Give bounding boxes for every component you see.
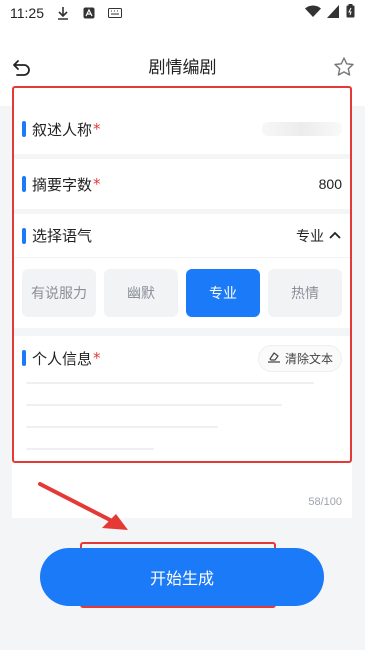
status-time: 11:25 — [10, 5, 44, 21]
page-title: 剧情编剧 — [148, 57, 217, 78]
status-bar: 11:25 — [0, 0, 365, 26]
summary-label: 摘要字数 — [32, 175, 93, 194]
personal-info-header: 个人信息 * 清除文本 — [12, 336, 352, 372]
star-icon[interactable] — [333, 56, 355, 78]
narrator-row[interactable]: 叙述人称 * — [12, 104, 352, 154]
download-icon — [56, 6, 70, 20]
start-generate-button[interactable]: 开始生成 — [40, 548, 324, 606]
char-counter: 58/100 — [308, 496, 342, 508]
a-icon — [82, 6, 96, 20]
keyboard-icon — [108, 6, 122, 20]
narrator-value-input[interactable] — [262, 122, 342, 136]
section-marker — [22, 121, 26, 137]
clear-text-button[interactable]: 清除文本 — [257, 344, 342, 372]
eraser-icon — [267, 351, 281, 366]
battery-icon — [346, 4, 355, 22]
back-icon[interactable] — [10, 56, 34, 80]
section-marker — [22, 176, 26, 192]
personal-info-textarea[interactable] — [26, 382, 346, 482]
summary-value-input[interactable]: 800 — [319, 176, 342, 192]
personal-info-label: 个人信息 — [32, 349, 93, 368]
app-header: 剧情编剧 — [0, 26, 365, 106]
signal-icon — [327, 4, 340, 22]
wifi-icon — [305, 5, 321, 22]
required-mark: * — [93, 349, 101, 367]
tone-option-enthusiastic[interactable]: 热情 — [268, 269, 342, 317]
tone-option-humorous[interactable]: 幽默 — [104, 269, 178, 317]
tone-dropdown[interactable]: 专业 — [296, 226, 342, 246]
required-mark: * — [93, 120, 101, 138]
start-generate-label: 开始生成 — [149, 569, 214, 588]
clear-text-label: 清除文本 — [284, 351, 333, 366]
section-marker — [22, 350, 26, 366]
tone-option-professional[interactable]: 专业 — [186, 269, 260, 317]
tone-row[interactable]: 选择语气 专业 — [12, 214, 352, 258]
required-mark: * — [93, 175, 101, 193]
tone-label: 选择语气 — [32, 227, 93, 245]
tone-option-persuasive[interactable]: 有说服力 — [22, 269, 96, 317]
summary-row[interactable]: 摘要字数 * 800 — [12, 159, 352, 209]
tone-options: 有说服力 幽默 专业 热情 — [12, 258, 352, 328]
chevron-up-icon — [328, 228, 342, 244]
section-marker — [22, 227, 26, 244]
personal-info-section: 个人信息 * 清除文本 58/100 — [12, 336, 352, 518]
tone-selected-value: 专业 — [296, 228, 324, 245]
narrator-label: 叙述人称 — [32, 120, 93, 139]
